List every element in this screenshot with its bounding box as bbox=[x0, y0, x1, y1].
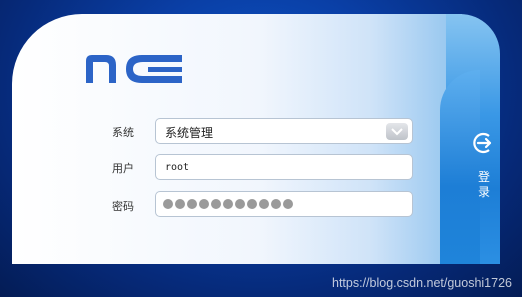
login-arrow-icon[interactable] bbox=[471, 131, 495, 155]
password-dot bbox=[247, 199, 257, 209]
password-mask bbox=[163, 199, 293, 209]
system-select[interactable]: 系统管理 bbox=[155, 118, 413, 144]
password-dot bbox=[235, 199, 245, 209]
chevron-down-icon[interactable] bbox=[386, 123, 408, 140]
password-dot bbox=[163, 199, 173, 209]
password-dot bbox=[259, 199, 269, 209]
password-dot bbox=[271, 199, 281, 209]
password-dot bbox=[283, 199, 293, 209]
login-strip-curve bbox=[440, 70, 480, 264]
system-label: 系统 bbox=[112, 126, 134, 139]
user-label: 用户 bbox=[112, 162, 134, 175]
password-dot bbox=[175, 199, 185, 209]
password-field[interactable] bbox=[155, 191, 413, 217]
password-dot bbox=[199, 199, 209, 209]
watermark: https://blog.csdn.net/guoshi1726 bbox=[332, 276, 512, 290]
password-label: 密码 bbox=[112, 200, 134, 213]
nc-logo bbox=[86, 55, 182, 83]
username-value: root bbox=[165, 162, 190, 173]
password-dot bbox=[223, 199, 233, 209]
system-select-value: 系统管理 bbox=[165, 126, 214, 140]
password-dot bbox=[187, 199, 197, 209]
password-dot bbox=[211, 199, 221, 209]
login-button[interactable]: 登录 bbox=[477, 170, 491, 200]
username-field[interactable]: root bbox=[155, 154, 413, 180]
